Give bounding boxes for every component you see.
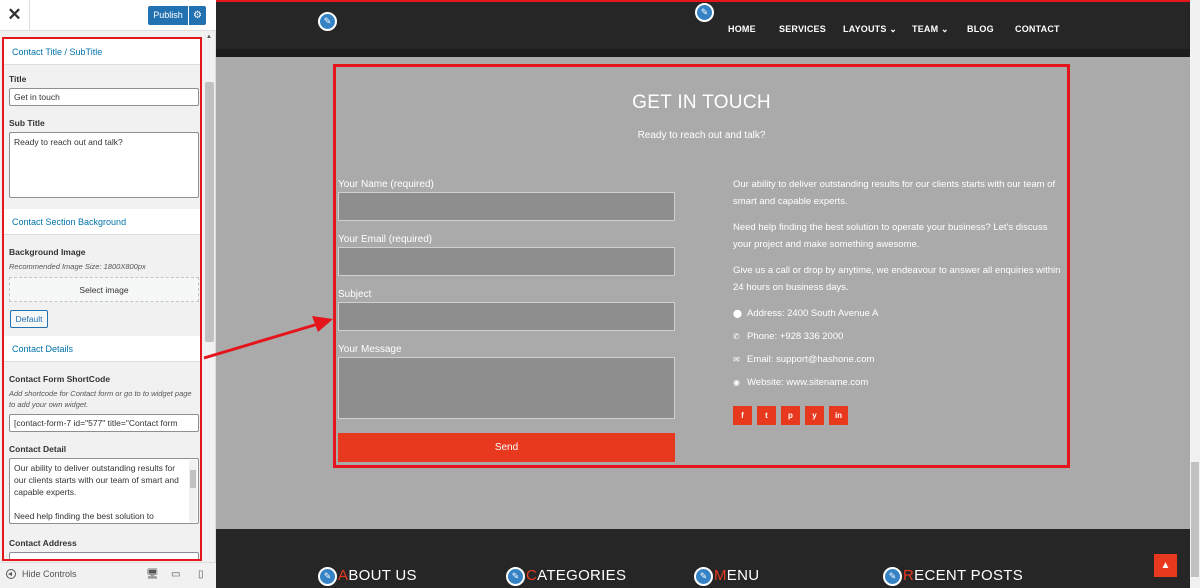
title-input[interactable]: Get in touch bbox=[9, 88, 199, 106]
hide-controls-button[interactable]: Hide Controls bbox=[6, 569, 77, 579]
contact-address-input[interactable] bbox=[9, 552, 199, 559]
send-button[interactable]: Send bbox=[338, 433, 675, 462]
facebook-icon[interactable]: f bbox=[733, 406, 752, 425]
desktop-preview-icon[interactable]: 🖥 bbox=[146, 569, 159, 580]
nav-team[interactable]: TEAM ⌄ bbox=[912, 24, 949, 35]
linkedin-icon[interactable]: in bbox=[829, 406, 848, 425]
scroll-up-icon[interactable]: ▲ bbox=[206, 34, 212, 40]
customizer-footer: Hide Controls 🖥 ▭ ▯ bbox=[0, 562, 216, 588]
footer-heading-menu: MENU bbox=[714, 567, 760, 584]
message-label: Your Message bbox=[338, 344, 402, 355]
section-header-contact-title[interactable]: Contact Title / SubTitle bbox=[4, 39, 200, 65]
publish-button[interactable]: Publish bbox=[148, 6, 188, 25]
contact-email: ✉ Email: support@hashone.com bbox=[733, 354, 875, 365]
subtitle-textarea[interactable]: Ready to reach out and talk? bbox=[9, 132, 199, 198]
default-button[interactable]: Default bbox=[10, 310, 48, 328]
background-image-description: Recommended Image Size: 1800X800px bbox=[9, 262, 146, 271]
youtube-icon[interactable]: y bbox=[805, 406, 824, 425]
tablet-preview-icon[interactable]: ▭ bbox=[171, 569, 180, 580]
title-label: Title bbox=[9, 74, 27, 84]
phone-icon: ✆ bbox=[733, 332, 740, 341]
contact-title: GET IN TOUCH bbox=[632, 92, 771, 113]
contact-paragraph: Need help finding the best solution to o… bbox=[733, 222, 1048, 250]
collapse-icon bbox=[6, 569, 16, 579]
nav-blog[interactable]: BLOG bbox=[967, 24, 994, 34]
footer-heading-about: ABOUT US bbox=[338, 567, 417, 584]
contact-paragraph: Our ability to deliver outstanding resul… bbox=[733, 179, 1056, 207]
contact-phone: ✆ Phone: +928 336 2000 bbox=[733, 331, 844, 342]
customizer-sidebar: ✕ Publish ⚙ Contact Title / SubTitle Tit… bbox=[0, 0, 216, 588]
customizer-panel: Contact Title / SubTitle Title Get in to… bbox=[2, 37, 202, 561]
contact-website: ◉ Website: www.sitename.com bbox=[733, 377, 869, 388]
nav-services[interactable]: SERVICES bbox=[779, 24, 826, 34]
shortcode-input[interactable]: [contact-form-7 id="577" title="Contact … bbox=[9, 414, 199, 432]
section-header-contact-details[interactable]: Contact Details bbox=[4, 336, 200, 362]
contact-address-label: Contact Address bbox=[9, 538, 77, 548]
footer-heading-recent-posts: RECENT POSTS bbox=[903, 567, 1024, 584]
name-label: Your Name (required) bbox=[338, 179, 434, 190]
nav-contact[interactable]: CONTACT bbox=[1015, 24, 1060, 34]
site-footer: ✎ ABOUT US ✎ CATEGORIES ✎ MENU ✎ RECENT … bbox=[216, 529, 1190, 588]
sidebar-scroll-thumb[interactable] bbox=[205, 82, 214, 342]
preview-scroll-thumb[interactable] bbox=[1191, 462, 1199, 577]
chevron-down-icon: ⌄ bbox=[941, 24, 949, 34]
map-marker-icon: ⬤ bbox=[733, 309, 742, 318]
close-button[interactable]: ✕ bbox=[0, 0, 30, 30]
hide-controls-label: Hide Controls bbox=[22, 569, 77, 579]
contact-detail-textarea[interactable]: Our ability to deliver outstanding resul… bbox=[9, 458, 199, 524]
chevron-down-icon: ⌄ bbox=[889, 24, 898, 34]
contact-subtitle: Ready to reach out and talk? bbox=[637, 130, 766, 141]
subject-label: Subject bbox=[338, 289, 372, 300]
envelope-icon: ✉ bbox=[733, 355, 740, 364]
subject-field[interactable] bbox=[338, 302, 675, 331]
nav-layouts[interactable]: LAYOUTS ⌄ bbox=[843, 24, 897, 35]
edit-widget-pencil-icon[interactable]: ✎ bbox=[318, 567, 337, 586]
name-field[interactable] bbox=[338, 192, 675, 221]
subtitle-label: Sub Title bbox=[9, 118, 45, 128]
message-field[interactable] bbox=[338, 357, 675, 419]
customizer-header: ✕ Publish ⚙ bbox=[0, 0, 216, 31]
edit-menu-pencil-icon[interactable]: ✎ bbox=[695, 3, 714, 22]
section-header-background[interactable]: Contact Section Background bbox=[4, 209, 200, 235]
contact-address: ⬤ Address: 2400 South Avenue A bbox=[733, 308, 879, 319]
contact-section: GET IN TOUCH Ready to reach out and talk… bbox=[333, 64, 1070, 468]
footer-heading-categories: CATEGORIES bbox=[526, 567, 627, 584]
shortcode-label: Contact Form ShortCode bbox=[9, 374, 111, 384]
select-image-button[interactable]: Select image bbox=[9, 277, 199, 302]
gear-icon[interactable]: ⚙ bbox=[189, 6, 206, 25]
edit-widget-pencil-icon[interactable]: ✎ bbox=[694, 567, 713, 586]
globe-icon: ◉ bbox=[733, 378, 740, 387]
contact-detail-label: Contact Detail bbox=[9, 444, 67, 454]
email-label: Your Email (required) bbox=[338, 234, 433, 245]
email-field[interactable] bbox=[338, 247, 675, 276]
contact-detail-text-2: Need help finding the best solution to bbox=[14, 511, 154, 521]
edit-widget-pencil-icon[interactable]: ✎ bbox=[883, 567, 902, 586]
edit-widget-pencil-icon[interactable]: ✎ bbox=[506, 567, 525, 586]
contact-detail-text-1: Our ability to deliver outstanding resul… bbox=[14, 463, 179, 497]
nav-home[interactable]: HOME bbox=[728, 24, 756, 34]
edit-pencil-icon[interactable]: ✎ bbox=[318, 12, 337, 31]
site-navbar: ✎ ✎ HOME SERVICES LAYOUTS ⌄ TEAM ⌄ BLOG … bbox=[216, 0, 1190, 57]
pinterest-icon[interactable]: p bbox=[781, 406, 800, 425]
textarea-scrollbar[interactable] bbox=[189, 460, 197, 522]
background-image-label: Background Image bbox=[9, 247, 86, 257]
twitter-icon[interactable]: t bbox=[757, 406, 776, 425]
contact-paragraph: Give us a call or drop by anytime, we en… bbox=[733, 265, 1061, 293]
shortcode-description: Add shortcode for Contact form or go to … bbox=[9, 389, 192, 409]
mobile-preview-icon[interactable]: ▯ bbox=[198, 569, 204, 580]
site-preview: ✎ ✎ HOME SERVICES LAYOUTS ⌄ TEAM ⌄ BLOG … bbox=[216, 0, 1190, 588]
back-to-top-button[interactable]: ▲ bbox=[1154, 554, 1177, 577]
